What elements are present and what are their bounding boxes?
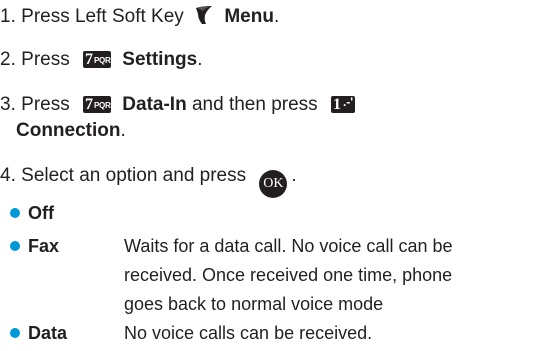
settings-label: Settings <box>122 49 198 70</box>
step-3-mid: and then press <box>191 94 318 115</box>
key-7-pqrs-icon: 7 PQRS <box>83 96 111 113</box>
option-fax-desc-3: goes back to normal voice mode <box>124 294 384 314</box>
step-1: 1. Press Left Soft Key Menu. <box>0 5 279 28</box>
step-4-end: . <box>291 165 297 186</box>
step-4-text: Select an option and press <box>21 165 247 186</box>
ok-key-icon: OK <box>259 170 288 198</box>
step-3-cont: Connection. <box>16 120 126 142</box>
data-in-label: Data-In <box>122 94 187 115</box>
menu-label: Menu <box>224 6 274 27</box>
step-3: 3. Press 7 PQRS Data-In and then press 1… <box>0 94 361 116</box>
option-data-desc-1: No voice calls can be received. <box>124 323 373 343</box>
step-3-text: Press <box>21 94 70 115</box>
step-3-number: 3. <box>0 94 16 115</box>
step-4: 4. Select an option and press OK. <box>0 165 297 198</box>
connection-label: Connection <box>16 120 121 141</box>
key-1-icon: 1 .-' <box>330 96 355 113</box>
step-2-end: . <box>197 49 203 70</box>
step-3-end: . <box>120 120 126 141</box>
option-data-name: Data <box>28 323 68 343</box>
key-7-digit: 7 <box>85 51 93 68</box>
key-7-digit: 7 <box>85 96 93 113</box>
left-soft-key-icon <box>193 5 215 25</box>
step-1-end: . <box>273 6 280 27</box>
step-1-number: 1. <box>0 6 16 27</box>
step-2-text: Press <box>21 49 70 70</box>
option-fax-name: Fax <box>28 236 60 256</box>
step-2-number: 2. <box>0 49 16 70</box>
bullet-icon <box>10 208 20 218</box>
option-fax-desc-1: Waits for a data call. No voice call can… <box>124 236 453 256</box>
key-7-letters: PQRS <box>94 101 111 110</box>
option-off-name: Off <box>28 203 54 223</box>
key-1-digit: 1 <box>332 96 341 113</box>
key-1-symbols: .-' <box>342 96 354 109</box>
step-1-text: Press Left Soft Key <box>21 6 184 27</box>
bullet-icon <box>10 241 20 251</box>
step-2: 2. Press 7 PQRS Settings. <box>0 49 203 71</box>
step-4-number: 4. <box>0 165 16 186</box>
bullet-icon <box>10 328 20 338</box>
key-7-pqrs-icon: 7 PQRS <box>83 51 111 68</box>
key-7-letters: PQRS <box>94 56 111 65</box>
option-fax-desc-2: received. Once received one time, phone <box>124 265 453 285</box>
